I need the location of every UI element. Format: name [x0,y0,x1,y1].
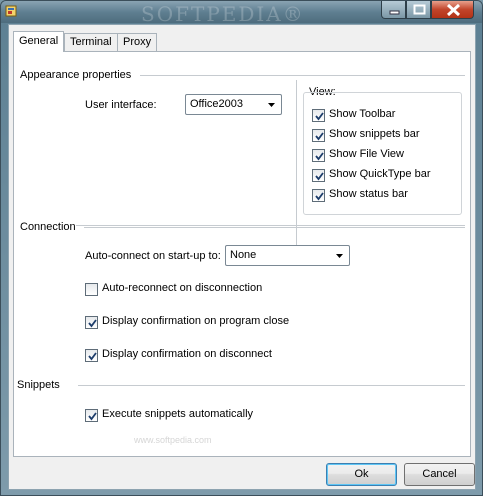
snippets-divider [78,385,465,386]
view-vertical-divider [296,80,297,248]
general-panel: Appearance properties User interface: Of… [13,51,471,457]
checkbox-label: Show QuickType bar [329,168,431,180]
maximize-icon [413,4,426,15]
auto-connect-value: None [230,249,257,261]
checkmark-icon [315,112,324,121]
checkmark-icon [315,192,324,201]
checkbox-box [312,109,325,122]
checkbox-box [312,189,325,202]
close-icon [446,3,461,17]
checkmark-icon [315,132,324,141]
checkmark-icon [315,172,324,181]
softpedia-watermark: www.softpedia.com [134,435,212,445]
checkbox-box [85,283,98,296]
chevron-down-icon [268,103,275,107]
connection-divider-top [20,225,465,226]
maximize-button[interactable] [406,1,431,19]
checkmark-icon [88,352,97,361]
tab-terminal[interactable]: Terminal [64,33,118,51]
auto-connect-label: Auto-connect on start-up to: [85,250,221,262]
cancel-button[interactable]: Cancel [404,463,475,486]
checkbox-box [85,409,98,422]
snippets-section-title: Snippets [17,379,60,391]
checkbox-box [85,349,98,362]
checkmark-icon [315,152,324,161]
checkbox-box [312,149,325,162]
checkbox-label: Display confirmation on program close [102,315,290,327]
chevron-down-icon [336,254,343,258]
checkbox-label: Auto-reconnect on disconnection [102,282,263,294]
user-interface-value: Office2003 [190,98,244,110]
appearance-divider [140,75,465,76]
options-window: SOFTPEDIA® General Terminal Proxy Appear… [0,0,483,496]
checkbox-label: Execute snippets automatically [102,408,254,420]
ok-button[interactable]: Ok [326,463,397,486]
user-interface-select[interactable]: Office2003 [185,94,282,115]
close-button[interactable] [431,1,474,19]
tab-general[interactable]: General [13,31,65,52]
checkmark-icon [88,319,97,328]
checkmark-icon [88,412,97,421]
checkbox-box [85,316,98,329]
dialog-client-area: General Terminal Proxy Appearance proper… [8,24,476,490]
user-interface-label: User interface: [85,99,157,111]
connection-divider [84,227,465,228]
watermark-text: SOFTPEDIA® [141,2,305,26]
tab-proxy[interactable]: Proxy [117,33,158,51]
checkbox-label: Show File View [329,148,404,160]
appearance-section-title: Appearance properties [20,69,132,81]
minimize-icon [389,10,400,15]
checkbox-label: Show Toolbar [329,108,396,120]
checkbox-label: Show status bar [329,188,408,200]
checkbox-box [312,169,325,182]
auto-connect-select[interactable]: None [225,245,350,266]
checkbox-box [312,129,325,142]
checkbox-label: Show snippets bar [329,128,420,140]
checkbox-label: Display confirmation on disconnect [102,348,272,360]
app-icon [5,5,17,17]
title-bar[interactable]: SOFTPEDIA® [1,1,482,26]
connection-section-title: Connection [20,221,76,233]
minimize-button[interactable] [381,1,406,19]
